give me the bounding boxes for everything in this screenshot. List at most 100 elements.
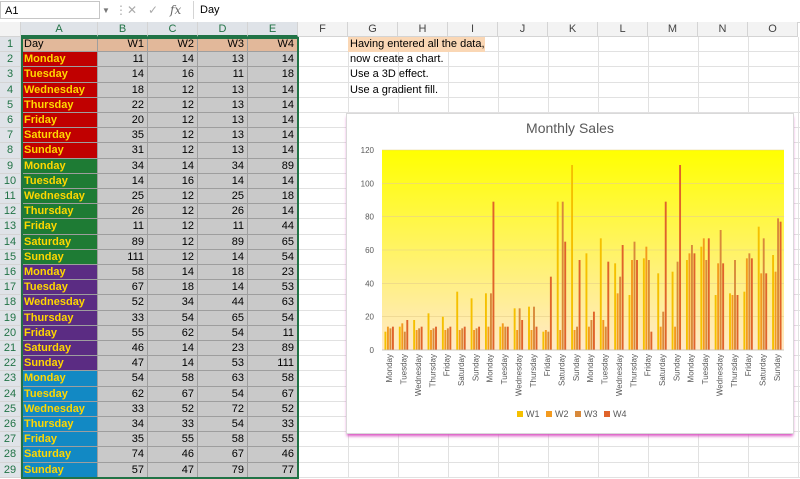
instruction-note[interactable]: Use a gradient fill.	[348, 83, 438, 98]
column-header-g[interactable]: G	[348, 22, 398, 37]
bar-w3	[446, 328, 449, 350]
row-header-21[interactable]: 21	[0, 341, 21, 357]
bar-w2	[702, 238, 705, 350]
bar-w2	[458, 330, 461, 350]
bar-w2	[688, 253, 691, 350]
bar-w4	[506, 326, 509, 350]
column-header-m[interactable]: M	[648, 22, 698, 37]
row-header-12[interactable]: 12	[0, 204, 21, 220]
bar-w1	[427, 313, 430, 350]
bar-w3	[705, 260, 708, 350]
bar-w2	[444, 330, 447, 350]
row-header-11[interactable]: 11	[0, 189, 21, 205]
gridline	[298, 112, 800, 113]
options-icon: ⋮	[115, 3, 127, 17]
row-header-4[interactable]: 4	[0, 82, 21, 98]
row-header-6[interactable]: 6	[0, 113, 21, 129]
bar-w3	[533, 306, 535, 350]
row-header-10[interactable]: 10	[0, 173, 21, 189]
name-box-dropdown-icon[interactable]: ▼	[102, 6, 110, 15]
instruction-note[interactable]: Use a 3D effect.	[348, 67, 429, 82]
bar-w4	[463, 326, 466, 350]
column-header-k[interactable]: K	[548, 22, 598, 37]
row-header-25[interactable]: 25	[0, 401, 21, 417]
row-header-20[interactable]: 20	[0, 325, 21, 341]
bar-w1	[470, 298, 473, 350]
row-header-22[interactable]: 22	[0, 356, 21, 372]
bar-w3	[777, 218, 780, 350]
formula-input[interactable]: Day	[193, 1, 799, 19]
bar-w2	[501, 323, 504, 350]
cancel-icon[interactable]: ✕	[127, 3, 137, 17]
row-header-17[interactable]: 17	[0, 280, 21, 296]
bar-w3	[518, 308, 521, 350]
row-header-5[interactable]: 5	[0, 97, 21, 113]
bar-w1	[700, 246, 703, 350]
x-tick-label: Thursday	[428, 354, 437, 387]
bar-w2	[602, 320, 605, 350]
bar-w2	[415, 330, 418, 350]
x-tick-label: Monday	[687, 354, 696, 382]
column-header-j[interactable]: J	[498, 22, 548, 37]
x-tick-label: Saturday	[658, 354, 667, 386]
name-box[interactable]: A1	[0, 1, 100, 19]
row-header-2[interactable]: 2	[0, 52, 21, 68]
row-header-3[interactable]: 3	[0, 67, 21, 83]
row-header-7[interactable]: 7	[0, 128, 21, 144]
insert-function-icon[interactable]: fx	[170, 3, 181, 17]
bar-w1	[671, 271, 674, 350]
row-header-18[interactable]: 18	[0, 295, 21, 311]
bar-w1	[398, 326, 401, 350]
enter-icon[interactable]: ✓	[148, 3, 158, 17]
monthly-sales-chart[interactable]: Monthly Sales 0 20 40 60 80 100 120 Monday Tuesd…	[347, 114, 793, 433]
row-header-27[interactable]: 27	[0, 432, 21, 448]
row-header-9[interactable]: 9	[0, 158, 21, 174]
row-header-16[interactable]: 16	[0, 265, 21, 281]
y-tick-label: 80	[365, 213, 374, 222]
row-header-15[interactable]: 15	[0, 249, 21, 265]
select-all-corner[interactable]	[0, 22, 21, 37]
column-header-b[interactable]: B	[98, 22, 148, 37]
column-header-d[interactable]: D	[198, 22, 248, 37]
bar-w1	[599, 238, 602, 350]
column-header-f[interactable]: F	[298, 22, 348, 37]
legend-swatch-w1	[517, 411, 523, 417]
row-header-23[interactable]: 23	[0, 371, 21, 387]
row-header-26[interactable]: 26	[0, 417, 21, 433]
bar-w3	[389, 328, 392, 350]
bar-w3	[461, 328, 464, 350]
x-tick-label: Thursday	[730, 354, 739, 387]
column-header-i[interactable]: I	[448, 22, 498, 37]
column-header-a[interactable]: A	[21, 22, 98, 37]
column-header-l[interactable]: L	[598, 22, 648, 37]
bar-w2	[717, 263, 720, 350]
row-header-13[interactable]: 13	[0, 219, 21, 235]
row-header-8[interactable]: 8	[0, 143, 21, 159]
row-header-19[interactable]: 19	[0, 310, 21, 326]
legend-label-w1: W1	[526, 409, 540, 419]
column-header-e[interactable]: E	[248, 22, 298, 37]
bar-w4	[707, 238, 710, 350]
bar-w1	[757, 226, 760, 350]
bar-w1	[456, 291, 459, 350]
bar-w4	[750, 258, 753, 350]
column-header-o[interactable]: O	[748, 22, 798, 37]
instruction-note[interactable]: Having entered all the data,	[348, 37, 485, 52]
x-tick-label: Thursday	[629, 354, 638, 387]
bar-w2	[659, 326, 662, 350]
row-header-29[interactable]: 29	[0, 462, 21, 478]
column-header-h[interactable]: H	[398, 22, 448, 37]
row-header-28[interactable]: 28	[0, 447, 21, 463]
bar-w4	[391, 326, 394, 350]
bar-w4	[621, 245, 624, 350]
bar-w4	[592, 311, 595, 350]
row-header-24[interactable]: 24	[0, 386, 21, 402]
x-tick-label: Tuesday	[701, 354, 710, 384]
column-header-n[interactable]: N	[698, 22, 748, 37]
bar-w4	[435, 326, 437, 350]
row-header-14[interactable]: 14	[0, 234, 21, 250]
row-header-1[interactable]: 1	[0, 37, 21, 53]
bar-w3	[662, 311, 665, 350]
column-header-c[interactable]: C	[148, 22, 198, 37]
instruction-note[interactable]: now create a chart.	[348, 52, 444, 67]
